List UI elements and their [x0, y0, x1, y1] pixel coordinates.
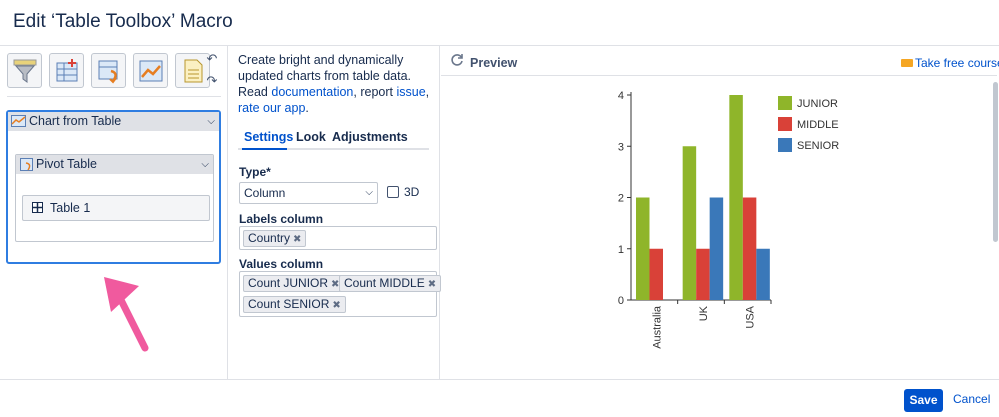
- remove-icon[interactable]: ✖: [428, 279, 436, 290]
- bar-junior-australia: [636, 197, 650, 300]
- description: Create bright and dynamically updated ch…: [238, 52, 436, 116]
- labels-column-field[interactable]: Country ✖: [239, 226, 437, 250]
- add-column-icon[interactable]: [49, 53, 84, 88]
- chart-from-table-node[interactable]: Chart from Table ⌵ Pivot Table ⌵ Table 1: [6, 110, 221, 264]
- bar-middle-uk: [696, 248, 710, 300]
- legend-swatch-junior: [778, 96, 792, 110]
- bar-senior-uk: [709, 197, 724, 300]
- chip-label: Count SENIOR: [248, 297, 330, 311]
- chip-count-middle: Count MIDDLE ✖: [339, 275, 442, 292]
- column-chart: 0 1 2 3 4 Australia UK USA JUNIOR MIDDLE SENIOR: [618, 90, 839, 349]
- preview-header: Preview Take free course: [441, 46, 999, 76]
- remove-icon[interactable]: ✖: [332, 300, 340, 311]
- y-tick-label: 1: [618, 244, 624, 256]
- chart-node-header[interactable]: Chart from Table ⌵: [8, 112, 219, 131]
- filter-icon[interactable]: [7, 53, 42, 88]
- dialog-footer: Save Cancel: [0, 379, 999, 417]
- table-grid-icon: [32, 202, 43, 213]
- transform-icon[interactable]: [91, 53, 126, 88]
- undo-icon[interactable]: ↶: [204, 51, 220, 67]
- legend-label-junior: JUNIOR: [797, 98, 838, 110]
- preview-title: Preview: [470, 56, 518, 70]
- pivot-node-label: Pivot Table: [36, 157, 97, 171]
- read-text: Read: [238, 85, 268, 99]
- chart-icon: [11, 115, 26, 127]
- preview-panel: Preview Take free course 0 1 2 3 4 Australia U…: [441, 46, 999, 379]
- y-tick-label: 2: [618, 193, 624, 205]
- chip-label: Count JUNIOR: [248, 276, 329, 290]
- issue-link[interactable]: issue: [396, 85, 425, 99]
- chevron-down-icon: ⌵: [365, 187, 373, 198]
- bar-junior-uk: [682, 146, 697, 300]
- legend-swatch-senior: [778, 138, 792, 152]
- active-tab-indicator: [242, 148, 287, 150]
- chevron-down-icon[interactable]: ⌵: [201, 155, 209, 174]
- refresh-icon[interactable]: [450, 53, 464, 67]
- toolbar-divider: [7, 96, 221, 97]
- y-tick-label: 3: [618, 141, 624, 153]
- history-controls: ↶ ↷: [204, 51, 222, 89]
- legend-label-senior: SENIOR: [797, 140, 839, 152]
- chip-country: Country ✖: [243, 230, 307, 247]
- settings-tabs: Settings Look Adjustments: [238, 130, 429, 150]
- y-tick-label: 0: [618, 295, 624, 307]
- table-node-label: Table 1: [50, 201, 91, 215]
- legend-swatch-middle: [778, 117, 792, 131]
- 3d-label: 3D: [404, 185, 420, 199]
- labels-column-label: Labels column: [239, 212, 324, 226]
- documentation-link[interactable]: documentation: [271, 85, 353, 99]
- table-node[interactable]: Table 1: [22, 195, 210, 221]
- chart-node-label: Chart from Table: [29, 114, 122, 128]
- y-tick-label: 4: [618, 90, 624, 102]
- values-column-field[interactable]: Count JUNIOR ✖ Count MIDDLE ✖ Count SENIOR…: [239, 271, 442, 317]
- cancel-button[interactable]: Cancel: [953, 392, 990, 406]
- bar-senior-usa: [756, 248, 770, 300]
- chip-count-junior: Count JUNIOR ✖: [243, 275, 345, 292]
- chart-icon[interactable]: [133, 53, 168, 88]
- bar-middle-australia: [649, 248, 663, 300]
- settings-panel: Create bright and dynamically updated ch…: [229, 46, 442, 379]
- chip-label: Count MIDDLE: [344, 276, 425, 290]
- bar-middle-usa: [742, 197, 757, 300]
- 3d-checkbox[interactable]: [387, 186, 399, 198]
- redo-icon[interactable]: ↷: [204, 73, 220, 89]
- x-tick-label: USA: [745, 305, 757, 328]
- period-text: .: [305, 101, 309, 115]
- x-tick-label: UK: [698, 305, 710, 321]
- rate-link[interactable]: rate our app: [238, 101, 305, 115]
- tab-settings[interactable]: Settings: [244, 130, 293, 144]
- chip-count-senior: Count SENIOR ✖: [243, 296, 346, 313]
- type-value: Column: [244, 186, 286, 200]
- x-tick-label: Australia: [651, 305, 663, 349]
- save-button[interactable]: Save: [904, 389, 943, 412]
- type-select[interactable]: Column ⌵: [239, 182, 378, 204]
- remove-icon[interactable]: ✖: [293, 234, 301, 245]
- report-text: , report: [353, 85, 393, 99]
- tab-look[interactable]: Look: [296, 130, 326, 144]
- comma-text: ,: [425, 85, 430, 99]
- bar-junior-usa: [729, 95, 743, 300]
- tab-adjustments[interactable]: Adjustments: [332, 130, 408, 144]
- type-label: Type*: [239, 165, 271, 179]
- pivot-icon: [20, 158, 33, 171]
- values-column-label: Values column: [239, 257, 324, 271]
- description-text: Create bright and dynamically updated ch…: [238, 53, 412, 83]
- legend-label-middle: MIDDLE: [797, 119, 839, 131]
- take-course-link[interactable]: Take free course: [901, 56, 999, 70]
- take-course-label: Take free course: [915, 56, 999, 70]
- dialog-title: Edit ‘Table Toolbox’ Macro: [13, 11, 233, 32]
- pivot-table-node[interactable]: Pivot Table ⌵ Table 1: [15, 154, 214, 242]
- chip-label: Country: [248, 231, 291, 245]
- pivot-node-header[interactable]: Pivot Table ⌵: [16, 155, 213, 174]
- graduation-cap-icon: [901, 59, 913, 67]
- dialog-header: Edit ‘Table Toolbox’ Macro: [0, 0, 999, 46]
- pink-arrow-annotation: [104, 277, 149, 352]
- chevron-down-icon[interactable]: ⌵: [207, 112, 215, 131]
